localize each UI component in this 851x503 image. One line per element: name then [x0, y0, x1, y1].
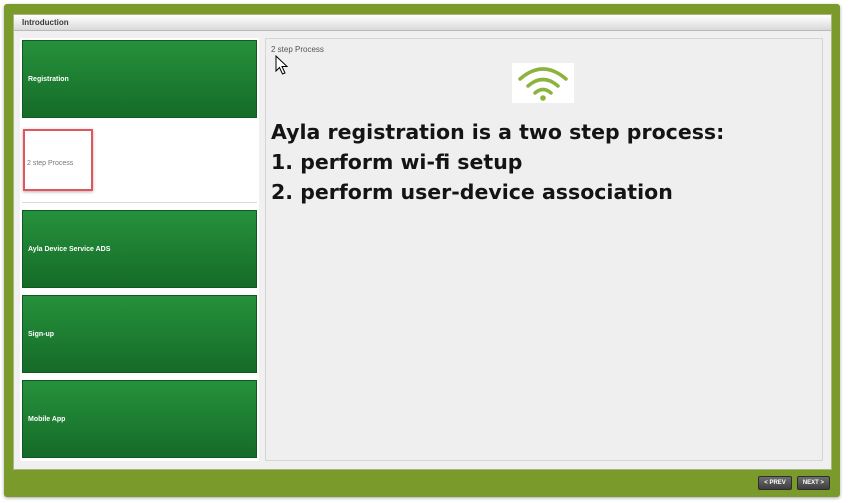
player-frame: Introduction Registration 2 step Process… [4, 4, 840, 497]
slide-list: Registration 2 step Process Ayla Device … [20, 38, 259, 461]
prev-button[interactable]: < PREV [758, 476, 792, 490]
wifi-image [512, 63, 574, 103]
slide-item-label: Ayla Device Service ADS [28, 245, 111, 253]
body-line: 1. perform wi-fi setup [271, 150, 523, 174]
slide-item-label: Mobile App [28, 415, 66, 423]
window-title: Introduction [14, 15, 831, 31]
slide-body-text: Ayla registration is a two step process:… [271, 117, 724, 207]
slide-item-label: Sign-up [28, 330, 55, 338]
body-line: Ayla registration is a two step process: [271, 120, 725, 144]
body-line: 2. perform user-device association [271, 180, 673, 204]
mouse-cursor-icon [275, 55, 289, 75]
slide-item-sign-up[interactable]: Sign-up [22, 295, 257, 373]
slide-content: 2 step Process Ayla registration is a tw… [265, 38, 823, 461]
slide-item-registration[interactable]: Registration [22, 40, 257, 118]
slide-title: 2 step Process [271, 45, 324, 54]
nav-controls: < PREV NEXT > [758, 476, 830, 490]
slide-item-ayla-device-service[interactable]: Ayla Device Service ADS [22, 210, 257, 288]
next-button[interactable]: NEXT > [796, 476, 830, 490]
slide-item-mobile-app[interactable]: Mobile App [22, 380, 257, 458]
selection-highlight [23, 129, 93, 191]
wifi-icon [518, 67, 568, 101]
player-panel: Introduction Registration 2 step Process… [13, 14, 832, 470]
slide-item-label: Registration [28, 75, 69, 83]
slide-item-2-step-process[interactable]: 2 step Process [22, 125, 257, 203]
